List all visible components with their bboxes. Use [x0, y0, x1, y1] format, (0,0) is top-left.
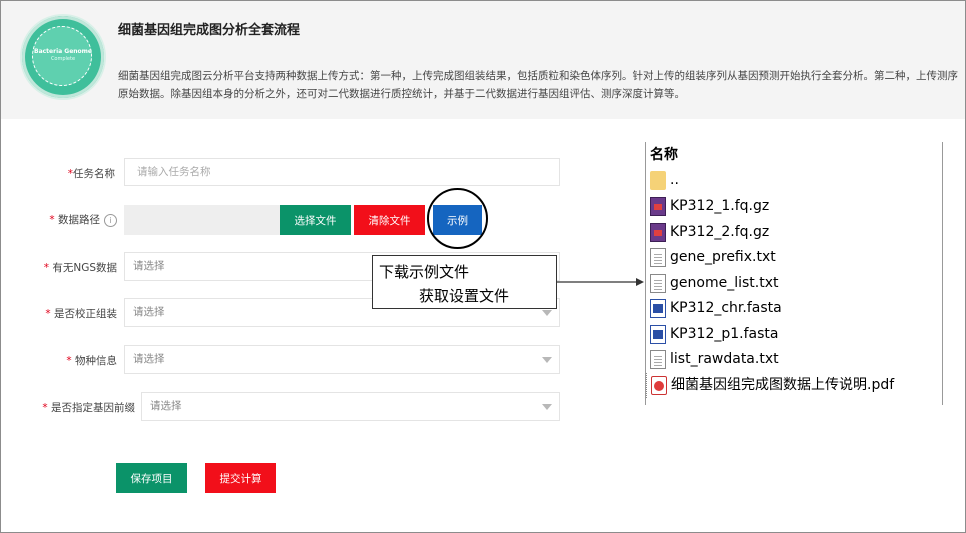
data-path-label: * 数据路径 i: [41, 212, 117, 227]
file-name: KP312_p1.fasta: [670, 326, 779, 342]
archive-icon: [650, 197, 666, 216]
file-item[interactable]: KP312_2.fq.gz: [646, 220, 942, 245]
file-name: 细菌基因组完成图数据上传说明.pdf: [671, 377, 895, 393]
pdf-file-icon: [651, 376, 667, 395]
required-mark: *: [42, 402, 48, 414]
text-file-icon: [650, 274, 666, 293]
page-header: Bacteria Genome Complete 细菌基因组完成图分析全套流程 …: [1, 1, 965, 119]
corrected-assembly-label-text: 是否校正组装: [54, 308, 117, 320]
logo-text: Bacteria Genome: [34, 48, 92, 55]
folder-icon: [650, 171, 666, 190]
page-description: 细菌基因组完成图云分析平台支持两种数据上传方式：第一种，上传完成图组装结果，包括…: [118, 70, 958, 100]
submit-calculation-button[interactable]: 提交计算: [205, 463, 276, 493]
file-explorer: 名称 .. KP312_1.fq.gz KP312_2.fq.gz gene_p…: [645, 142, 943, 405]
fasta-file-icon: [650, 325, 666, 344]
name-column-header[interactable]: 名称: [650, 144, 678, 164]
task-name-label: *任务名称: [59, 166, 115, 181]
info-icon[interactable]: i: [104, 213, 117, 227]
chevron-down-icon: [542, 357, 552, 363]
gene-prefix-label: * 是否指定基因前缀: [31, 400, 135, 415]
data-path-field[interactable]: [124, 205, 284, 235]
ngs-data-label-text: 有无NGS数据: [52, 262, 117, 274]
file-name: KP312_1.fq.gz: [670, 198, 770, 214]
file-item[interactable]: gene_prefix.txt: [646, 245, 942, 270]
ngs-data-value: 请选择: [133, 260, 165, 272]
page-title: 细菌基因组完成图分析全套流程: [118, 23, 301, 38]
file-item[interactable]: list_rawdata.txt: [646, 347, 942, 372]
file-name: genome_list.txt: [670, 275, 779, 291]
save-project-button[interactable]: 保存项目: [116, 463, 187, 493]
gene-prefix-value: 请选择: [150, 400, 182, 412]
choose-file-button[interactable]: 选择文件: [280, 205, 351, 235]
task-name-input[interactable]: 请输入任务名称: [124, 158, 560, 186]
species-info-label-text: 物种信息: [75, 355, 117, 367]
file-name: KP312_2.fq.gz: [670, 224, 770, 240]
file-item[interactable]: KP312_1.fq.gz: [646, 194, 942, 219]
file-name: gene_prefix.txt: [670, 249, 776, 265]
annotation-line-1: 下载示例文件: [379, 263, 470, 281]
clear-file-button[interactable]: 清除文件: [354, 205, 425, 235]
text-file-icon: [650, 350, 666, 369]
gene-prefix-select[interactable]: 请选择: [141, 392, 560, 421]
species-info-label: * 物种信息: [37, 353, 117, 368]
file-name: KP312_chr.fasta: [670, 300, 782, 316]
fasta-file-icon: [650, 299, 666, 318]
chevron-down-icon: [542, 310, 552, 316]
required-mark: *: [45, 308, 51, 320]
file-item[interactable]: ..: [646, 168, 942, 193]
file-item[interactable]: genome_list.txt: [646, 271, 942, 296]
species-info-select[interactable]: 请选择: [124, 345, 560, 374]
file-name: list_rawdata.txt: [670, 351, 779, 367]
data-path-label-text: 数据路径: [58, 214, 100, 226]
required-mark: *: [49, 214, 55, 226]
chevron-down-icon: [542, 404, 552, 410]
corrected-assembly-value: 请选择: [133, 306, 165, 318]
gene-prefix-label-text: 是否指定基因前缀: [51, 402, 135, 414]
annotation-line-2: 获取设置文件: [419, 287, 510, 305]
required-mark: *: [66, 355, 72, 367]
arrow-right-icon: [557, 278, 644, 286]
required-mark: *: [43, 262, 49, 274]
species-info-value: 请选择: [133, 353, 165, 365]
annotation-box: 下载示例文件 获取设置文件: [372, 255, 557, 309]
app-frame: Bacteria Genome Complete 细菌基因组完成图分析全套流程 …: [0, 0, 966, 533]
ngs-data-label: * 有无NGS数据: [37, 260, 117, 275]
highlight-circle: [427, 188, 488, 249]
file-item[interactable]: 细菌基因组完成图数据上传说明.pdf: [646, 373, 943, 398]
task-name-label-text: 任务名称: [73, 168, 115, 180]
archive-icon: [650, 223, 666, 242]
corrected-assembly-label: * 是否校正组装: [37, 306, 117, 321]
file-item[interactable]: KP312_chr.fasta: [646, 296, 942, 321]
file-name: ..: [670, 172, 679, 188]
text-file-icon: [650, 248, 666, 267]
file-item[interactable]: KP312_p1.fasta: [646, 322, 942, 347]
bacteria-genome-logo: Bacteria Genome Complete: [20, 14, 106, 100]
logo-subtext: Complete: [50, 56, 76, 62]
